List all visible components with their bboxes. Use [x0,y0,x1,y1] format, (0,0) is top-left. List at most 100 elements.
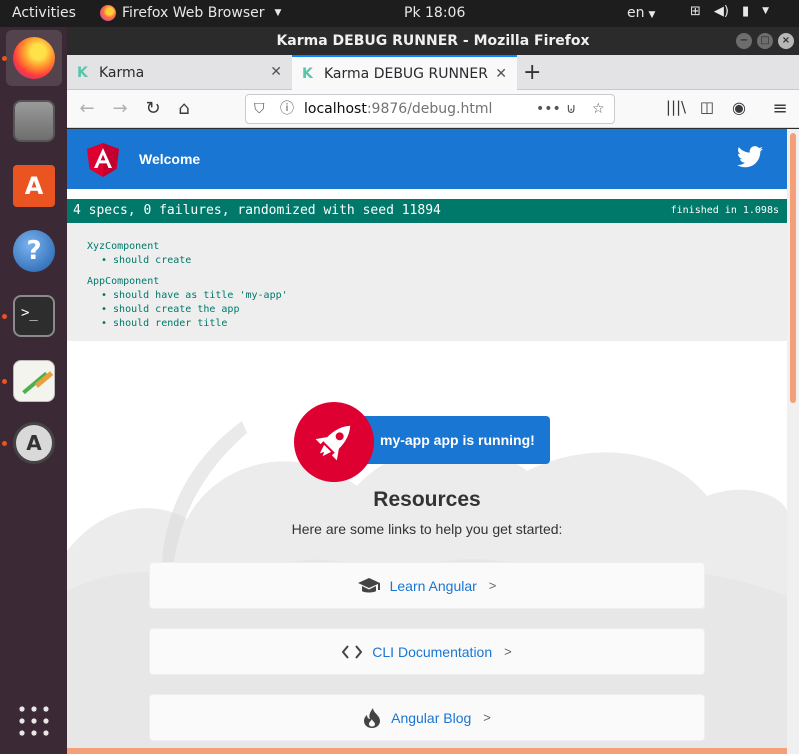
dock: A ? >_ A [0,27,67,754]
code-brackets-icon [342,644,363,659]
running-indicator [2,441,7,446]
spec-item[interactable]: • should have as title 'my-app' [87,289,767,303]
flame-icon [364,707,381,728]
url-bar[interactable]: ⛉ ⓘ localhost:9876/debug.html ••• ⊍ ☆ [245,94,615,124]
close-window-button[interactable]: × [778,33,794,49]
dock-help[interactable]: ? [6,223,62,279]
terminal-icon: >_ [13,295,55,337]
bookmark-star-icon[interactable]: ☆ [592,95,605,123]
spec-item[interactable]: • should create the app [87,303,767,317]
karma-favicon-icon: K [77,64,88,81]
back-button[interactable]: ← [76,98,98,119]
dock-terminal[interactable]: >_ [6,288,62,344]
page-scrollbar[interactable] [787,129,799,754]
suite-name[interactable]: AppComponent [87,275,767,289]
suite: AppComponent • should have as title 'my-… [87,275,767,331]
running-indicator [2,379,7,384]
scrollbar-thumb[interactable] [790,133,796,403]
battery-icon: ▮ [741,4,750,19]
resources-subtitle: Here are some links to help you get star… [291,521,563,537]
volume-icon: ◀) [713,4,729,19]
app-menu-label: Firefox Web Browser [122,5,265,21]
account-icon[interactable]: ◉ [728,98,750,117]
angular-logo-icon [87,143,119,177]
karma-summary-text[interactable]: 4 specs, 0 failures, randomized with see… [73,203,441,218]
tab-karma-debug-runner[interactable]: K Karma DEBUG RUNNER ✕ [292,55,517,90]
firefox-icon [13,37,55,79]
hamburger-menu-button[interactable]: ≡ [769,98,791,119]
keyboard-layout-indicator[interactable]: en ▼ [627,5,655,21]
dock-files[interactable] [6,93,62,149]
chevron-right-icon: > [504,644,512,659]
rocket-icon [315,425,351,461]
app-grid-icon [19,706,49,736]
running-status-text: my-app app is running! [380,432,535,448]
suite-name[interactable]: XyzComponent [87,240,767,254]
page-actions-button[interactable]: ••• [536,95,561,123]
chevron-right-icon: > [488,578,497,593]
minimize-button[interactable]: − [736,33,752,49]
karma-summary-bar: 4 specs, 0 failures, randomized with see… [67,199,787,223]
url-path: :9876/debug.html [366,101,493,117]
karma-duration: finished in 1.098s [670,205,779,216]
sidebar-toggle-button[interactable]: ◫ [696,98,718,116]
library-button[interactable]: |||\ [665,98,687,116]
show-applications-button[interactable] [6,693,62,749]
running-indicator [2,56,7,61]
app-menu[interactable]: Firefox Web Browser ▼ [100,5,281,21]
page-content: Welcome 4 specs, 0 failures, randomized … [67,129,787,754]
dock-firefox[interactable] [6,30,62,86]
shopping-bag-icon: A [13,165,55,207]
close-tab-button[interactable]: ✕ [495,66,507,82]
firefox-icon [100,5,116,21]
running-indicator [2,314,7,319]
chevron-right-icon: > [483,710,491,725]
card-label: CLI Documentation [372,643,493,660]
reload-button[interactable]: ↻ [142,98,164,119]
spec-item[interactable]: • should render title [87,317,767,331]
learn-angular-card[interactable]: Learn Angular > [149,562,705,609]
tab-strip: K Karma ✕ K Karma DEBUG RUNNER ✕ + [67,55,799,90]
tab-label: Karma DEBUG RUNNER [324,65,488,82]
text-editor-icon [13,360,55,402]
cli-documentation-card[interactable]: CLI Documentation > [149,628,705,675]
chevron-down-icon: ▼ [762,6,770,16]
app-content: my-app app is running! Resources Here ar… [67,341,787,754]
maximize-button[interactable]: □ [757,33,773,49]
clock[interactable]: Pk 18:06 [404,5,465,21]
chevron-down-icon: ▼ [648,10,656,20]
home-button[interactable]: ⌂ [173,98,195,119]
angular-blog-card[interactable]: Angular Blog > [149,694,705,741]
url-host: localhost [304,101,367,117]
karma-results: XyzComponent • should create AppComponen… [67,223,787,341]
activities-button[interactable]: Activities [12,5,76,21]
graduation-cap-icon [357,577,380,592]
network-icon: ⊞ [690,4,701,19]
forward-button[interactable]: → [109,98,131,119]
running-card[interactable]: my-app app is running! [294,402,550,482]
window-titlebar[interactable]: Karma DEBUG RUNNER - Mozilla Firefox − □… [67,27,799,55]
system-tray[interactable]: ⊞ ◀) ▮ ▼ [690,4,769,19]
welcome-title: Welcome [139,151,201,167]
pocket-icon[interactable]: ⊍ [566,95,576,123]
url-text[interactable]: localhost:9876/debug.html [304,95,492,123]
rocket-badge [294,402,374,482]
dock-software-updater[interactable]: A [6,415,62,471]
twitter-icon[interactable] [737,146,763,168]
running-status-button[interactable]: my-app app is running! [347,416,550,464]
tab-karma[interactable]: K Karma ✕ [67,55,292,90]
dock-text-editor[interactable] [6,353,62,409]
new-tab-button[interactable]: + [523,60,541,85]
info-icon[interactable]: ⓘ [280,95,294,123]
resources-title: Resources [373,488,481,511]
card-label: Learn Angular [389,577,477,594]
karma-favicon-icon: K [302,65,313,82]
close-tab-button[interactable]: ✕ [270,64,282,80]
shield-icon[interactable]: ⛉ [254,95,265,123]
card-label: Angular Blog [391,709,472,726]
updater-icon: A [13,422,55,464]
lang-label: en [627,5,645,21]
window-title: Karma DEBUG RUNNER - Mozilla Firefox [276,33,590,49]
dock-software-center[interactable]: A [6,158,62,214]
spec-item[interactable]: • should create [87,254,767,268]
